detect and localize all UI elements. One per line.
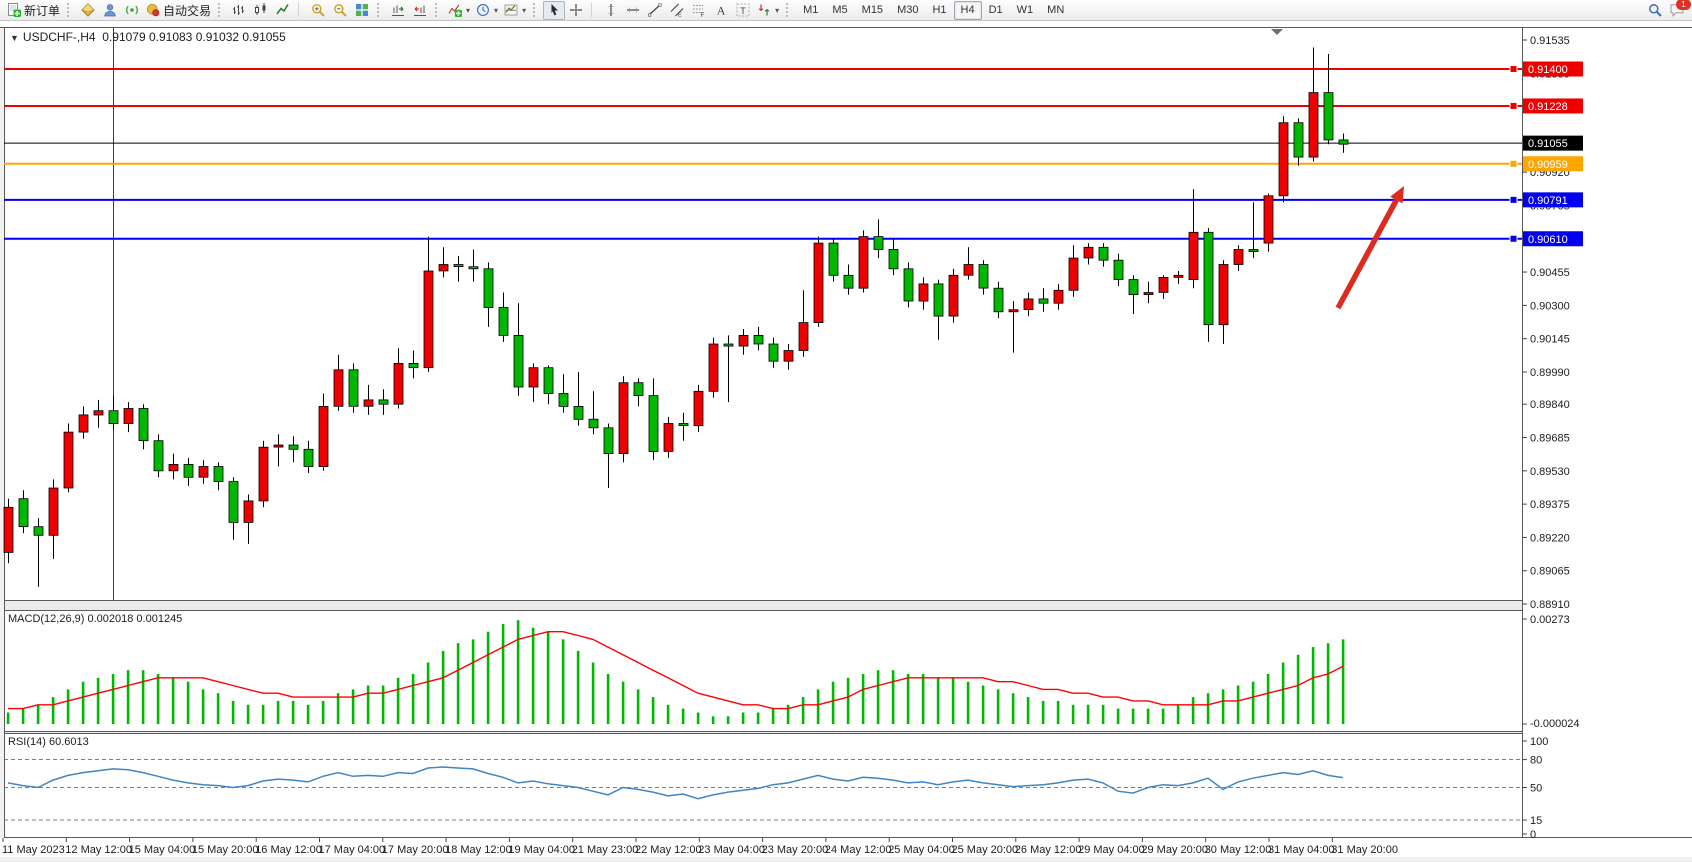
autotrade-button-label: 自动交易 — [163, 2, 211, 19]
signals-button[interactable] — [121, 1, 143, 20]
timeframe-m5-button[interactable]: M5 — [825, 1, 854, 20]
dropdown-arrow-icon: ▾ — [494, 6, 498, 15]
crosshair-button[interactable] — [565, 1, 587, 20]
vertical-line-button[interactable] — [600, 1, 622, 20]
periods-button[interactable]: ▾ — [473, 1, 501, 20]
svg-text:E: E — [678, 13, 682, 18]
zoom-out-button[interactable] — [329, 1, 351, 20]
cursor-button[interactable] — [543, 1, 565, 20]
trendline-button[interactable] — [644, 1, 666, 20]
chart-window[interactable]: 0.915350.913800.912250.910700.909200.907… — [0, 22, 1692, 862]
chartshift-icon — [413, 3, 427, 17]
arrows-icon — [757, 3, 771, 17]
timeframe-h4-button[interactable]: H4 — [954, 1, 982, 20]
cursor-icon — [547, 3, 561, 17]
channel-icon: E — [670, 3, 684, 17]
toolbar-grip — [533, 3, 539, 17]
price-axis[interactable] — [1523, 27, 1692, 837]
textT-icon: T — [736, 3, 750, 17]
toolbar: 新订单 自动交易 ▾ ▾ ▾ E F A T ▾ M1M5M15M30H1H4D1W1MN 1 — [0, 0, 1692, 21]
toolbar-separator — [591, 3, 596, 17]
linechart-icon — [276, 3, 290, 17]
crosshair-icon — [569, 3, 583, 17]
timeframe-m15-button[interactable]: M15 — [855, 1, 890, 20]
dropdown-arrow-icon: ▾ — [775, 6, 779, 15]
search-button[interactable] — [1644, 1, 1666, 20]
market-watch-button[interactable] — [77, 1, 99, 20]
zoom-out-icon — [333, 3, 347, 17]
tiles-icon — [355, 3, 369, 17]
new-order-button-label: 新订单 — [24, 2, 60, 19]
autotrade-icon — [146, 3, 160, 17]
line-chart-button[interactable] — [272, 1, 294, 20]
dropdown-arrow-icon: ▾ — [522, 6, 526, 15]
fibonacci-button[interactable]: F — [688, 1, 710, 20]
rsi-pane[interactable] — [4, 734, 1522, 837]
svg-text:A: A — [717, 4, 726, 18]
time-axis[interactable] — [4, 838, 1522, 862]
toolbar-grip — [435, 3, 441, 17]
timeframe-h1-button[interactable]: H1 — [925, 1, 953, 20]
signal-icon — [125, 3, 139, 17]
indicator-plus-icon — [448, 3, 462, 17]
toolbar-grip — [377, 3, 383, 17]
person-icon — [103, 3, 117, 17]
notification-badge: 1 — [1676, 0, 1691, 10]
profile-button[interactable] — [99, 1, 121, 20]
toolbar-grip — [67, 3, 73, 17]
toolbar-grip — [218, 3, 224, 17]
templates-button[interactable]: ▾ — [501, 1, 529, 20]
dropdown-arrow-icon: ▾ — [466, 6, 470, 15]
svg-text:T: T — [740, 6, 746, 16]
toolbar-grip — [786, 3, 792, 17]
timeframe-mn-button[interactable]: MN — [1040, 1, 1071, 20]
textA-icon: A — [714, 3, 728, 17]
autoscroll-icon — [391, 3, 405, 17]
vline-icon — [604, 3, 618, 17]
svg-text:F: F — [701, 13, 705, 17]
main-price-pane[interactable] — [4, 28, 1522, 600]
tile-windows-button[interactable] — [351, 1, 373, 20]
chart-shift-button[interactable] — [409, 1, 431, 20]
search-icon — [1648, 3, 1662, 17]
timeframe-m30-button[interactable]: M30 — [890, 1, 925, 20]
trend-icon — [648, 3, 662, 17]
label-button[interactable]: T — [732, 1, 754, 20]
horizontal-line-button[interactable] — [622, 1, 644, 20]
hline-icon — [626, 3, 640, 17]
autotrade-button[interactable]: 自动交易 — [143, 1, 214, 20]
gold-cube-icon — [81, 3, 95, 17]
toolbar-separator — [298, 3, 303, 17]
clock-icon — [476, 3, 490, 17]
indicators-button[interactable]: ▾ — [445, 1, 473, 20]
auto-scroll-button[interactable] — [387, 1, 409, 20]
arrows-button[interactable]: ▾ — [754, 1, 782, 20]
timeframe-d1-button[interactable]: D1 — [982, 1, 1010, 20]
candle-chart-button[interactable] — [250, 1, 272, 20]
bar-chart-button[interactable] — [228, 1, 250, 20]
notifications-button[interactable]: 1 — [1666, 1, 1688, 20]
channel-button[interactable]: E — [666, 1, 688, 20]
macd-pane[interactable] — [4, 610, 1522, 731]
text-button[interactable]: A — [710, 1, 732, 20]
zoom-in-button[interactable] — [307, 1, 329, 20]
template-icon — [504, 3, 518, 17]
bars-icon — [232, 3, 246, 17]
zoom-in-icon — [311, 3, 325, 17]
fibo-icon: F — [692, 3, 706, 17]
doc-plus-icon — [7, 3, 21, 17]
timeframe-w1-button[interactable]: W1 — [1010, 1, 1041, 20]
candles-icon — [254, 3, 268, 17]
timeframe-m1-button[interactable]: M1 — [796, 1, 825, 20]
new-order-button[interactable]: 新订单 — [4, 1, 63, 20]
